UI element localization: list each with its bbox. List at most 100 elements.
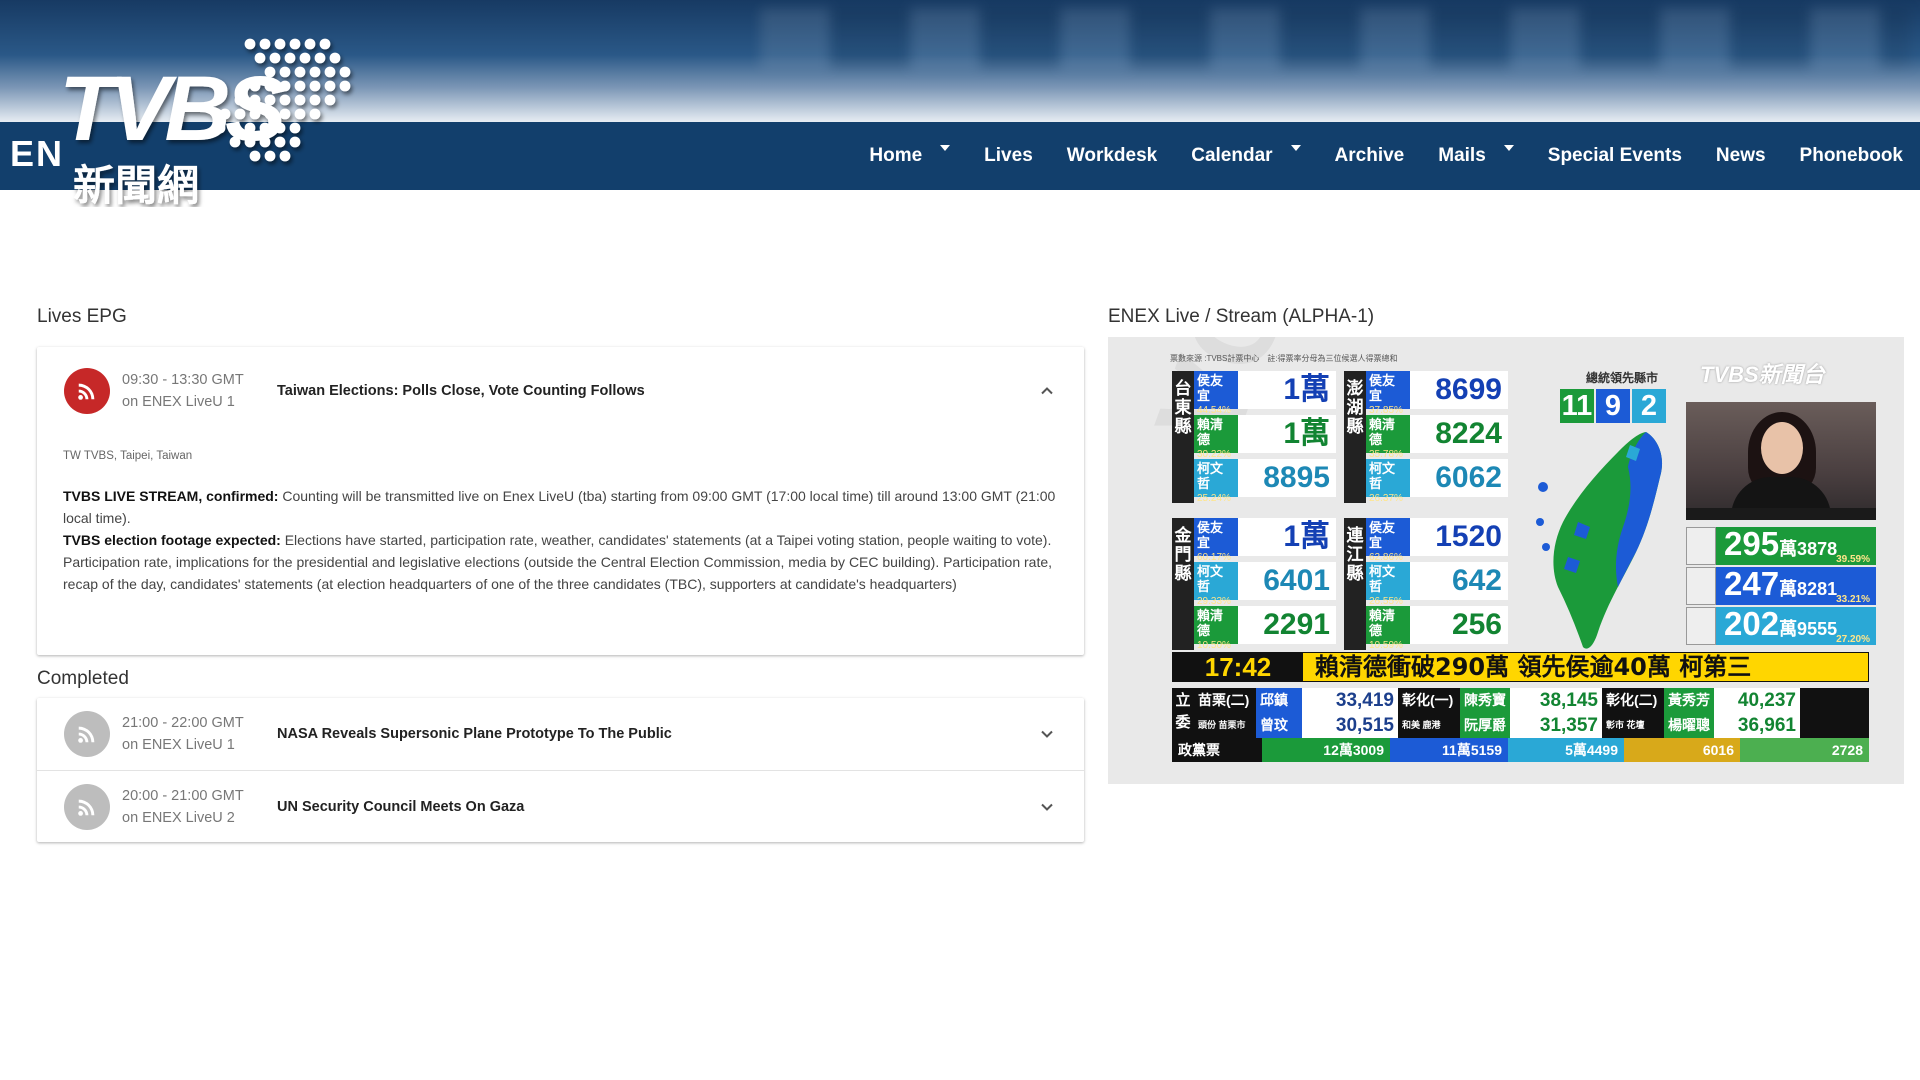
event-title: UN Security Council Meets On Gaza <box>277 798 525 815</box>
live-stream-video[interactable]: VOTE 票數來源 :TVBS計票中心 註:得票率分母為三位候選人得票總和 台東… <box>1108 337 1904 784</box>
legislative-cell: 黃秀芳 <box>1664 688 1714 713</box>
legislative-row: 苗栗(二)邱鎮軍33,419彰化(一)陳秀寶38,145彰化(二)黃秀芳40,2… <box>1194 688 1869 733</box>
chevron-down-icon[interactable] <box>1040 727 1054 741</box>
stream-title: ENEX Live / Stream (ALPHA-1) <box>1108 306 1375 327</box>
presidential-result-row: 247萬8281 33.21% <box>1686 567 1876 605</box>
candidate-row: 侯友宜 37.85% 8699 <box>1366 371 1508 416</box>
epg-row-live[interactable]: 09:30 - 13:30 GMT on ENEX LiveU 1 Taiwan… <box>37 347 1084 435</box>
caret-down-icon[interactable] <box>1290 145 1301 151</box>
candidate-label: 柯文哲 <box>1197 564 1224 594</box>
lead-count-blue: 9 <box>1596 389 1630 423</box>
candidate-name: 柯文哲 26.37% <box>1366 459 1410 504</box>
live-event-title: Taiwan Elections: Polls Close, Vote Coun… <box>277 383 645 399</box>
presidential-votes: 247萬8281 33.21% <box>1716 567 1876 605</box>
presidential-votes: 295萬3878 39.59% <box>1716 527 1876 565</box>
votes-pct: 33.21% <box>1836 594 1870 605</box>
candidate-row: 柯文哲 25.24% 8895 <box>1194 459 1336 504</box>
legislative-cell: 36,961 <box>1714 713 1800 738</box>
nav-lives[interactable]: Lives <box>967 122 1050 190</box>
legislative-cell: 陳秀寶 <box>1460 688 1510 713</box>
details-paragraph-1: TVBS LIVE STREAM, confirmed: Counting wi… <box>63 485 1058 529</box>
county-name: 連江縣 <box>1344 518 1366 650</box>
candidate-row: 侯友宜 62.86% 1520 <box>1366 518 1508 563</box>
nav-news[interactable]: News <box>1699 122 1783 190</box>
chevron-down-icon[interactable] <box>1040 800 1054 814</box>
nav-label: Workdesk <box>1066 145 1158 166</box>
candidate-row: 賴清德 10.50% 2291 <box>1194 606 1336 651</box>
legislative-row: 頭份 苗栗市曾玟學30,515和美 鹿港阮厚爵31,357彰市 花壇楊曜聰36,… <box>1194 713 1869 758</box>
candidate-label: 柯文哲 <box>1197 461 1224 491</box>
presidential-result-row: 202萬9555 27.20% <box>1686 607 1876 645</box>
svg-text:新聞網: 新聞網 <box>73 161 199 207</box>
nav-archive[interactable]: Archive <box>1318 122 1422 190</box>
ticker-text: 賴清德衝破290萬 領先侯逾40萬 柯第三 <box>1315 653 1752 681</box>
county-name: 金門縣 <box>1172 518 1194 650</box>
tvbs-logo[interactable]: TVBS 新聞網 <box>55 32 375 210</box>
epg-row-completed[interactable]: 20:00 - 21:00 GMT on ENEX LiveU 2 UN Sec… <box>37 770 1084 842</box>
candidate-votes: 1萬5695 <box>1238 371 1336 444</box>
party-vote-bar: 政黨票 12萬3009 11萬5159 5萬4499 6016 2728 <box>1172 738 1869 762</box>
candidate-label: 賴清德 <box>1197 417 1224 447</box>
candidate-name: 柯文哲 29.33% <box>1194 562 1238 607</box>
caret-down-icon[interactable] <box>940 145 951 151</box>
nav-mails[interactable]: Mails <box>1421 122 1531 190</box>
epg-row-completed[interactable]: 21:00 - 22:00 GMT on ENEX LiveU 1 NASA R… <box>37 698 1084 770</box>
taiwan-map <box>1536 432 1663 649</box>
candidate-label: 賴清德 <box>1197 608 1224 638</box>
event-channel: on ENEX LiveU 2 <box>122 809 235 826</box>
candidate-name: 柯文哲 26.55% <box>1366 562 1410 607</box>
nav-label: Special Events <box>1547 145 1682 166</box>
nav-workdesk[interactable]: Workdesk <box>1050 122 1174 190</box>
candidate-name: 侯友宜 60.17% <box>1194 518 1238 563</box>
votes-main: 202 <box>1724 605 1780 642</box>
nav-label: Archive <box>1334 145 1405 166</box>
lead-count-cyan: 2 <box>1632 389 1666 423</box>
event-time: 20:00 - 21:00 GMT <box>122 787 244 804</box>
candidate-pct: 25.24% <box>1197 493 1231 504</box>
legislative-cell: 苗栗(二) <box>1194 688 1256 713</box>
party-vote-label: 政黨票 <box>1172 738 1262 762</box>
candidate-name: 侯友宜 62.86% <box>1366 518 1410 563</box>
candidate-votes: 1520 <box>1410 518 1508 556</box>
candidate-label: 侯友宜 <box>1197 373 1224 403</box>
nav-label: Lives <box>984 145 1033 166</box>
party-vote-cell: 11萬5159 <box>1390 738 1508 762</box>
candidate-row: 侯友宜60.17%1萬3132 <box>1194 518 1336 591</box>
candidate-votes: 642 <box>1410 562 1508 600</box>
nav-special-events[interactable]: Special Events <box>1531 122 1699 190</box>
live-event-details: TW TVBS, Taipei, Taiwan TVBS LIVE STREAM… <box>37 435 1084 625</box>
nav-label: News <box>1715 145 1766 166</box>
candidate-votes: 1萬3132 <box>1238 518 1336 591</box>
nav-phonebook[interactable]: Phonebook <box>1783 122 1920 190</box>
legislative-cell: 阮厚爵 <box>1460 713 1510 738</box>
votes-main: 295 <box>1724 525 1780 562</box>
votes-sub: 萬8281 <box>1779 579 1838 599</box>
completed-card: 21:00 - 22:00 GMT on ENEX LiveU 1 NASA R… <box>37 698 1084 842</box>
event-title: NASA Reveals Supersonic Plane Prototype … <box>277 726 672 742</box>
votes-main: 247 <box>1724 565 1780 602</box>
details-paragraph-2: TVBS election footage expected: Election… <box>63 529 1058 595</box>
news-anchor <box>1686 402 1876 520</box>
ticker-clock: 17:42 <box>1173 653 1303 681</box>
chevron-up-icon[interactable] <box>1040 384 1054 398</box>
candidate-label: 賴清德 <box>1369 417 1396 447</box>
caret-down-icon[interactable] <box>1503 145 1514 151</box>
nav-home[interactable]: Home <box>852 122 967 190</box>
candidate-row: 賴清德 10.59% 256 <box>1366 606 1508 651</box>
legislative-cell: 40,237 <box>1714 688 1800 713</box>
candidate-votes: 6062 <box>1410 459 1508 497</box>
candidate-votes: 1萬0650 <box>1238 415 1336 488</box>
live-time: 09:30 - 13:30 GMT <box>122 372 244 388</box>
party-vote-cell: 5萬4499 <box>1508 738 1624 762</box>
candidate-votes: 6401 <box>1238 562 1336 600</box>
candidate-name: 賴清德 30.22% <box>1194 415 1238 460</box>
votes-pct: 39.59% <box>1836 554 1870 565</box>
party-vote-cell: 12萬3009 <box>1262 738 1390 762</box>
candidate-pct: 10.50% <box>1197 640 1231 651</box>
banner-blur <box>760 8 1910 68</box>
candidate-pct: 26.37% <box>1369 493 1403 504</box>
nav-calendar[interactable]: Calendar <box>1174 122 1317 190</box>
candidate-photo <box>1686 527 1716 565</box>
presidential-result-row: 295萬3878 39.59% <box>1686 527 1876 565</box>
candidate-pct: 10.59% <box>1369 640 1403 651</box>
